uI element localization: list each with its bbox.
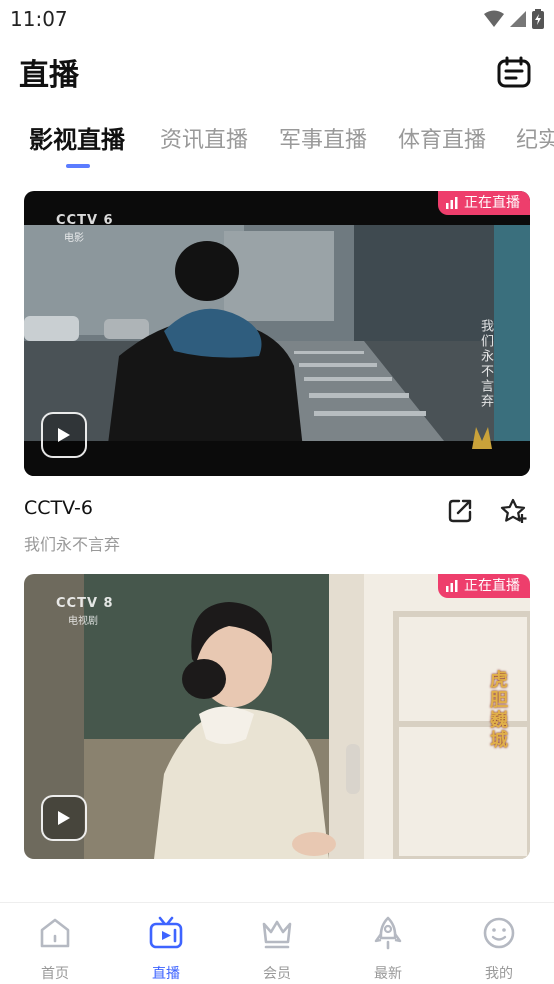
- status-bar: 11:07: [0, 0, 554, 38]
- nav-label-me: 我的: [485, 966, 513, 982]
- rocket-icon: [370, 915, 406, 951]
- battery-icon: [532, 9, 544, 29]
- play-icon: [58, 428, 70, 442]
- live-badge: 正在直播: [438, 574, 530, 598]
- tv-icon: [148, 915, 184, 951]
- thumbnail-scene: [24, 574, 530, 859]
- nav-label-home: 首页: [41, 966, 69, 982]
- nav-item-home[interactable]: 首页: [0, 903, 110, 984]
- nav-label-vip: 会员: [263, 966, 291, 982]
- channel-logo: CCTV 8: [56, 596, 114, 611]
- share-icon: [448, 499, 472, 523]
- live-card: CCTV 8 电视剧 虎胆巍城 正在直播: [24, 574, 530, 859]
- star-add-icon: [500, 498, 527, 523]
- category-tabs: 影视直播 资讯直播 军事直播 体育直播 纪实: [0, 112, 554, 174]
- nav-item-latest[interactable]: 最新: [333, 903, 443, 984]
- play-button[interactable]: [41, 795, 87, 841]
- play-button[interactable]: [41, 412, 87, 458]
- nav-item-me[interactable]: 我的: [444, 903, 554, 984]
- live-bars-icon: [446, 580, 458, 592]
- tab-sports-live[interactable]: 体育直播: [398, 122, 486, 154]
- video-thumbnail[interactable]: CCTV 8 电视剧 虎胆巍城 正在直播: [24, 574, 530, 859]
- favorite-button[interactable]: [498, 495, 530, 527]
- tab-indicator: [66, 164, 90, 168]
- calendar-icon: [497, 56, 531, 88]
- channel-sub: 电影: [64, 233, 84, 244]
- wifi-icon: [484, 10, 504, 27]
- live-badge-label: 正在直播: [464, 195, 520, 211]
- page-title: 直播: [19, 58, 79, 93]
- live-badge: 正在直播: [438, 191, 530, 215]
- drama-title-overlay: 虎胆巍城: [487, 670, 508, 750]
- nav-item-live[interactable]: 直播: [111, 903, 221, 984]
- nav-label-latest: 最新: [374, 966, 402, 982]
- nav-item-vip[interactable]: 会员: [222, 903, 332, 984]
- crown-icon: [259, 915, 295, 951]
- card-actions: [444, 495, 530, 527]
- tab-documentary-live[interactable]: 纪实: [516, 122, 554, 154]
- status-icons: [484, 9, 544, 29]
- channel-logo: CCTV 6: [56, 213, 114, 228]
- nav-label-live: 直播: [152, 966, 180, 982]
- schedule-button[interactable]: [496, 54, 532, 90]
- smile-icon: [481, 915, 517, 951]
- channel-sub: 电视剧: [68, 616, 98, 627]
- card-subtitle: 我们永不言弃: [24, 535, 121, 554]
- video-thumbnail[interactable]: CCTV 6 电影 我们永不言弃 正在直播: [24, 191, 530, 476]
- play-icon: [58, 811, 70, 825]
- tab-news-live[interactable]: 资讯直播: [160, 122, 248, 154]
- bottom-nav: 首页 直播 会员 最新 我的: [0, 902, 554, 984]
- thumbnail-scene: [24, 191, 530, 476]
- header: 直播: [0, 44, 554, 100]
- overlay-text: 我们永不言弃: [478, 319, 493, 409]
- card-title: CCTV-6: [24, 497, 93, 519]
- tab-military-live[interactable]: 军事直播: [279, 122, 367, 154]
- live-bars-icon: [446, 197, 458, 209]
- tab-film-live[interactable]: 影视直播: [29, 120, 125, 155]
- home-icon: [37, 915, 73, 951]
- status-time: 11:07: [10, 7, 68, 31]
- signal-icon: [510, 11, 526, 27]
- live-card: CCTV 6 电影 我们永不言弃 正在直播 CCTV-6 我们永不言弃: [24, 191, 530, 554]
- live-badge-label: 正在直播: [464, 578, 520, 594]
- share-button[interactable]: [444, 495, 476, 527]
